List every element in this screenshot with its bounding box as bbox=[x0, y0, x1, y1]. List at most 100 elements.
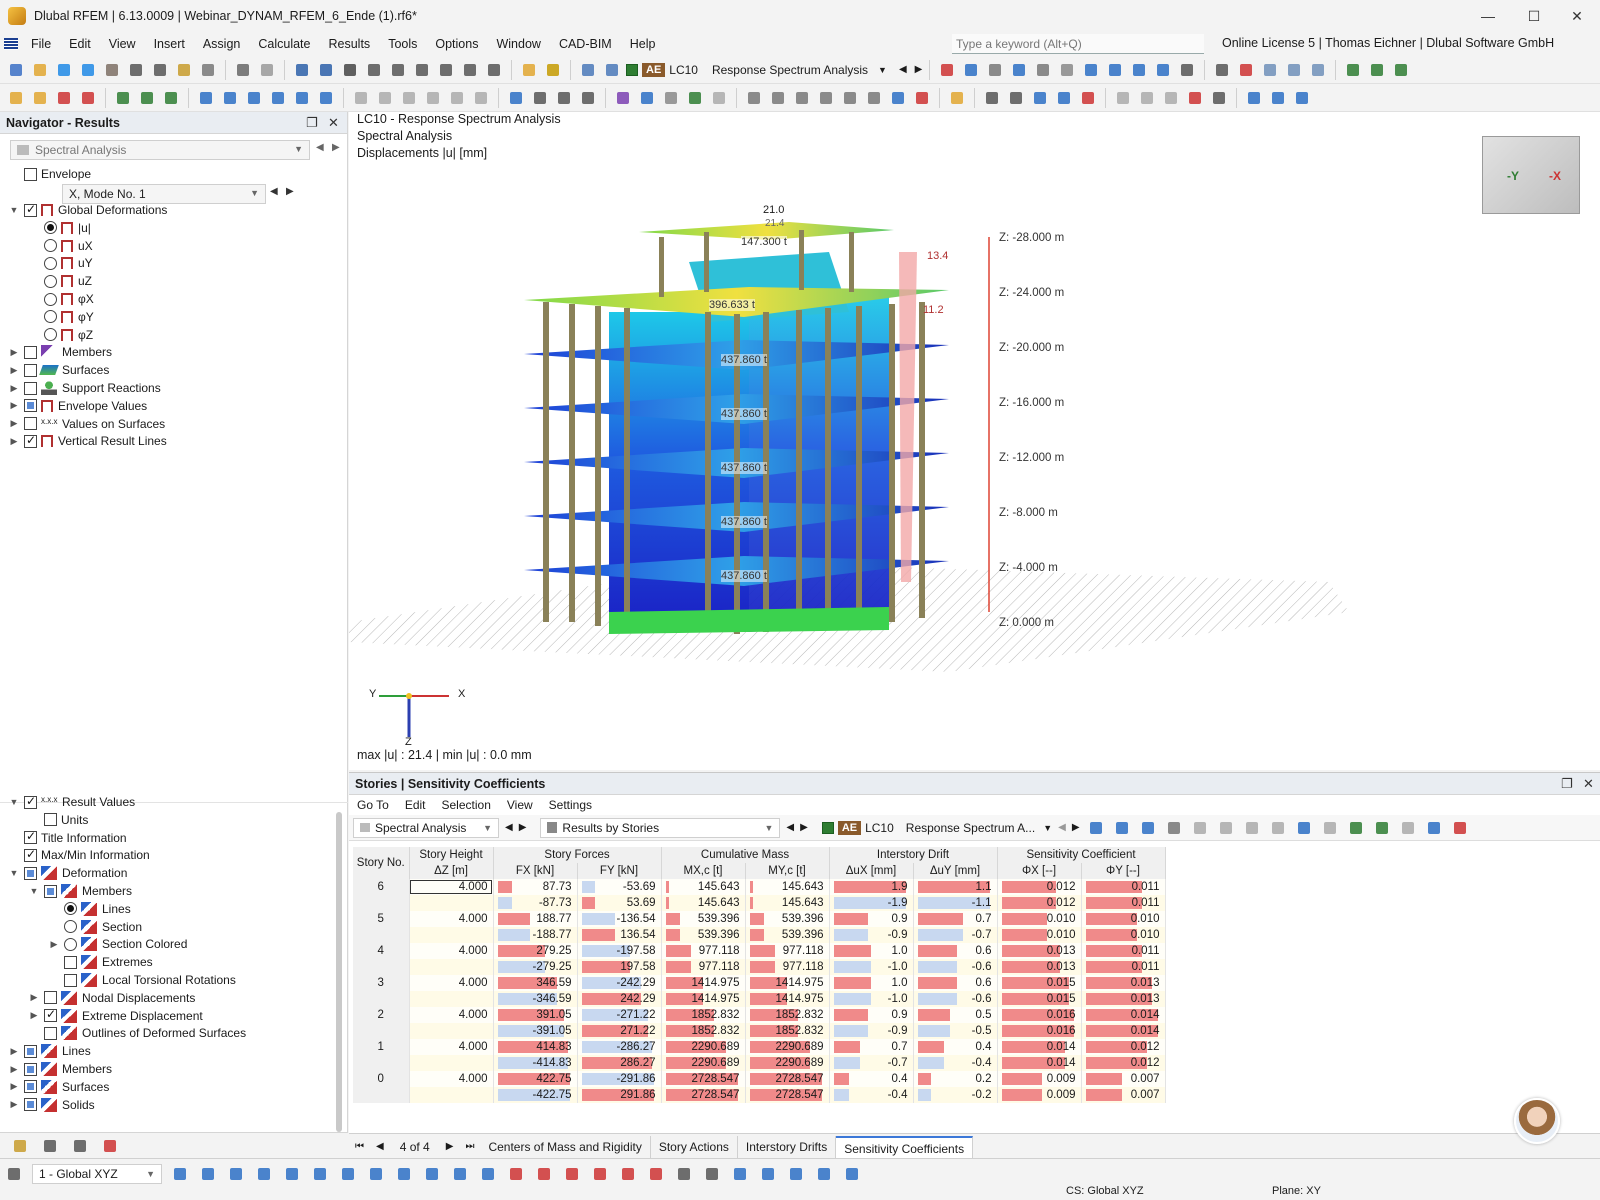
tree-item-ux[interactable]: uX bbox=[28, 237, 93, 255]
link-icon[interactable] bbox=[1113, 88, 1133, 108]
chevron-down-icon[interactable]: ▼ bbox=[1043, 823, 1052, 833]
expand-icon[interactable]: ▶ bbox=[28, 992, 40, 1003]
tree-item-vertical-result-lines[interactable]: ▶ Vertical Result Lines bbox=[8, 432, 167, 450]
cell-my[interactable]: 1414.975 bbox=[745, 975, 830, 991]
solid-icon[interactable] bbox=[268, 88, 288, 108]
support-result-icon[interactable] bbox=[685, 88, 705, 108]
cell-h[interactable]: 4.000 bbox=[409, 943, 494, 959]
layers-icon[interactable] bbox=[436, 60, 456, 80]
render-icon[interactable] bbox=[1308, 60, 1328, 80]
results-tab-icon[interactable] bbox=[100, 1136, 120, 1156]
cell-fy[interactable]: -286.27 bbox=[577, 1039, 662, 1055]
draw-member-icon[interactable] bbox=[506, 1164, 526, 1184]
result-values-icon[interactable] bbox=[1129, 60, 1149, 80]
cell-phx[interactable]: 0.015 bbox=[997, 975, 1082, 991]
cell-mx[interactable]: 2290.689 bbox=[661, 1055, 746, 1071]
checkbox[interactable] bbox=[24, 345, 37, 359]
cell-my[interactable]: 977.118 bbox=[745, 943, 830, 959]
close-button[interactable]: ✕ bbox=[1554, 0, 1600, 32]
result-diagram-icon[interactable] bbox=[1153, 60, 1173, 80]
tree-item-extremes[interactable]: Extremes bbox=[48, 953, 153, 971]
print-icon[interactable] bbox=[150, 60, 170, 80]
close-table-icon[interactable]: ✕ bbox=[1583, 776, 1594, 792]
cell-duy[interactable]: 0.4 bbox=[913, 1039, 998, 1055]
collapse-icon[interactable]: ▼ bbox=[8, 797, 20, 807]
workplane-icon[interactable] bbox=[423, 88, 443, 108]
load-icon[interactable] bbox=[316, 88, 336, 108]
snap-parallel-icon[interactable] bbox=[422, 1164, 442, 1184]
next-page-icon[interactable]: ▶ bbox=[440, 1141, 460, 1152]
checkbox[interactable] bbox=[24, 847, 37, 862]
pen-icon[interactable] bbox=[519, 60, 539, 80]
snap-perpendicular-icon[interactable] bbox=[338, 1164, 358, 1184]
cell-mx[interactable]: 2290.689 bbox=[661, 1039, 746, 1055]
envelope-checkbox[interactable] bbox=[24, 167, 37, 181]
grid-snap-icon[interactable] bbox=[982, 88, 1002, 108]
story-number-cell[interactable] bbox=[353, 991, 410, 1007]
cell-duy[interactable]: 0.2 bbox=[913, 1071, 998, 1087]
snap-icon[interactable] bbox=[447, 88, 467, 108]
cell-phy[interactable]: 0.007 bbox=[1081, 1087, 1166, 1103]
cell-dux[interactable]: 1.0 bbox=[829, 975, 914, 991]
cell-h[interactable]: 4.000 bbox=[409, 975, 494, 991]
cell-duy[interactable]: -1.1 bbox=[913, 895, 998, 911]
cell-phx[interactable]: 0.014 bbox=[997, 1055, 1082, 1071]
close-panel-icon[interactable]: ✕ bbox=[328, 115, 339, 131]
measure-icon[interactable] bbox=[613, 88, 633, 108]
snap-object-icon[interactable] bbox=[198, 1164, 218, 1184]
workplane-toggle-icon[interactable] bbox=[674, 1164, 694, 1184]
next-icon[interactable]: ▶ bbox=[1072, 822, 1080, 833]
table-row[interactable]: 2 4.000 391.05 -271.22 1852.832 1852.832 0.9 0.… bbox=[353, 1007, 1166, 1023]
cell-mx[interactable]: 145.643 bbox=[661, 895, 746, 911]
menu-view[interactable]: View bbox=[100, 32, 145, 56]
cell-mx[interactable]: 2728.547 bbox=[661, 1087, 746, 1103]
keyword-search-input[interactable]: Type a keyword (Alt+Q) bbox=[952, 34, 1204, 54]
story-list-icon[interactable] bbox=[1268, 88, 1288, 108]
undo-icon[interactable] bbox=[233, 60, 253, 80]
snap-extension-icon[interactable] bbox=[450, 1164, 470, 1184]
layer-icon[interactable] bbox=[399, 88, 419, 108]
story-number-cell[interactable]: 4 bbox=[353, 943, 410, 959]
script-icon[interactable] bbox=[412, 60, 432, 80]
restore-panel-icon[interactable]: ❐ bbox=[306, 115, 318, 131]
display-tab-icon[interactable] bbox=[40, 1136, 60, 1156]
cell-dux[interactable]: 0.9 bbox=[829, 911, 914, 927]
import-excel-icon[interactable] bbox=[1372, 818, 1392, 838]
cell-h[interactable] bbox=[409, 927, 494, 943]
menu-tools[interactable]: Tools bbox=[379, 32, 426, 56]
tree-item-members[interactable]: ▶ Members bbox=[8, 1060, 112, 1078]
user-avatar[interactable] bbox=[1514, 1098, 1560, 1144]
menu-calculate[interactable]: Calculate bbox=[249, 32, 319, 56]
cell-my[interactable]: 977.118 bbox=[745, 959, 830, 975]
model-viewport[interactable]: LC10 - Response Spectrum Analysis Spectr… bbox=[349, 112, 1600, 770]
extrude-icon[interactable] bbox=[816, 88, 836, 108]
tree-item-section-colored[interactable]: ▶ Section Colored bbox=[48, 935, 187, 953]
draw-rect-icon[interactable] bbox=[646, 1164, 666, 1184]
object-snap-icon[interactable] bbox=[1006, 88, 1026, 108]
settings-icon[interactable] bbox=[1212, 60, 1232, 80]
cell-phx[interactable]: 0.012 bbox=[997, 895, 1082, 911]
cell-phx[interactable]: 0.014 bbox=[997, 1039, 1082, 1055]
cell-h[interactable]: 4.000 bbox=[409, 1007, 494, 1023]
tree-item--u-[interactable]: |u| bbox=[28, 219, 91, 237]
console-icon[interactable] bbox=[388, 60, 408, 80]
table-row[interactable]: 1 4.000 414.83 -286.27 2290.689 2290.689 0.7 0.… bbox=[353, 1039, 1166, 1055]
tree-item-lines[interactable]: Lines bbox=[48, 900, 131, 918]
cross-icon[interactable] bbox=[1185, 88, 1205, 108]
cell-phy[interactable]: 0.012 bbox=[1081, 1039, 1166, 1055]
radio-button[interactable] bbox=[44, 328, 57, 342]
radio-button[interactable] bbox=[44, 221, 57, 235]
cell-my[interactable]: 145.643 bbox=[745, 879, 830, 895]
cell-my[interactable]: 1852.832 bbox=[745, 1023, 830, 1039]
views-tab-icon[interactable] bbox=[70, 1136, 90, 1156]
tree-item-global-deformations[interactable]: ▼ Global Deformations bbox=[8, 201, 168, 219]
checkbox[interactable] bbox=[24, 417, 37, 431]
data-tab-icon[interactable] bbox=[10, 1136, 30, 1156]
next-icon[interactable]: ▶ bbox=[519, 822, 527, 833]
previous-icon[interactable]: ◀ bbox=[316, 142, 324, 153]
cell-phy[interactable]: 0.012 bbox=[1081, 1055, 1166, 1071]
tree-item-max-min-information[interactable]: Max/Min Information bbox=[8, 846, 150, 864]
support-icon[interactable] bbox=[113, 88, 133, 108]
menu-insert[interactable]: Insert bbox=[145, 32, 194, 56]
cell-fx[interactable]: -279.25 bbox=[493, 959, 578, 975]
